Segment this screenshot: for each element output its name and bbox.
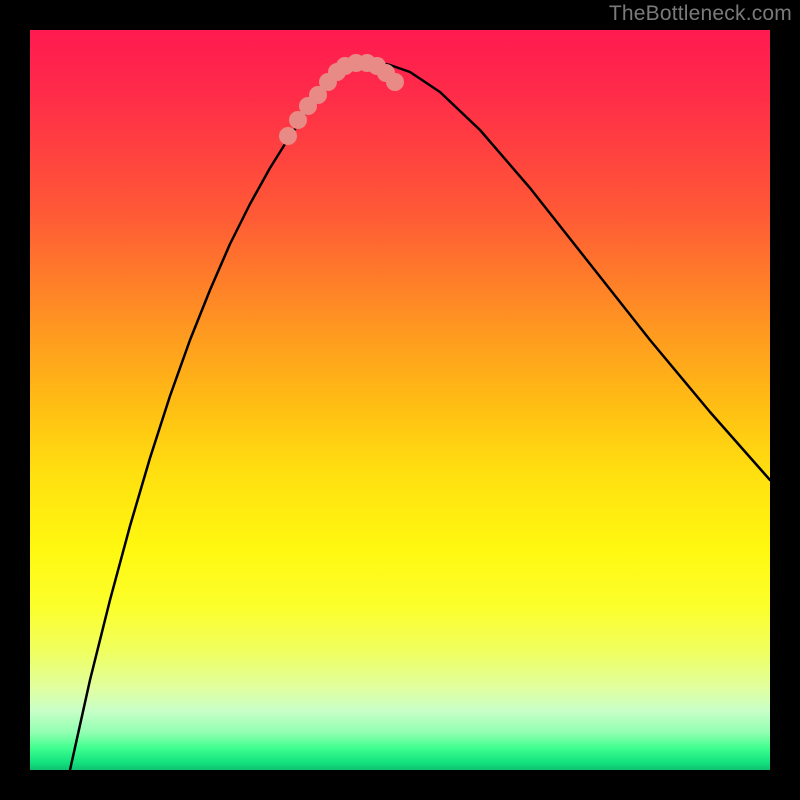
highlight-dot: [279, 127, 297, 145]
plot-area: [30, 30, 770, 770]
chart-svg: [30, 30, 770, 770]
highlight-dots: [279, 54, 404, 145]
highlight-dot: [386, 73, 404, 91]
watermark-text: TheBottleneck.com: [609, 2, 792, 26]
bottleneck-curve: [70, 63, 770, 770]
chart-frame: TheBottleneck.com: [0, 0, 800, 800]
